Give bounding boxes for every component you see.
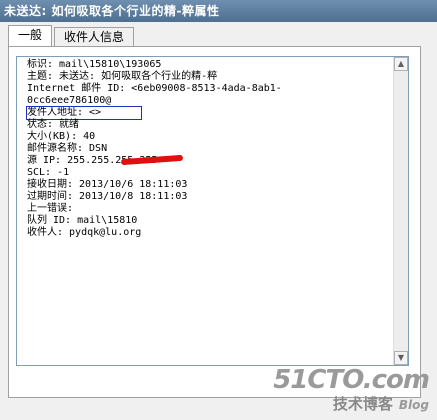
message-details-textbox[interactable]: 标识: mail\15810\193065 主题: 未送达: 如何吸取各个行业的… — [16, 56, 409, 366]
tab-recipient-info[interactable]: 收件人信息 — [54, 27, 134, 46]
detail-line-size: 大小(KB): 40 — [27, 131, 96, 142]
detail-line-queue-id: 队列 ID: mail\15810 — [27, 215, 138, 226]
detail-line-message-id: Internet 邮件 ID: <6eb09008-8513-4ada-8ab1… — [27, 83, 282, 94]
details-content: 标识: mail\15810\193065 主题: 未送达: 如何吸取各个行业的… — [26, 59, 387, 239]
detail-line-sender-address: 发件人地址: <> — [26, 106, 142, 120]
detail-line-source-ip: 源 IP: 255.255.255.255 — [27, 155, 158, 166]
watermark-slogan-row: 技术博客 Blog — [273, 393, 429, 414]
detail-line-recipients: 收件人: pydqk@lu.org — [27, 227, 142, 238]
detail-line-identity: 标识: mail\15810\193065 — [27, 59, 162, 70]
watermark-blog: Blog — [398, 398, 429, 412]
detail-line-status: 状态: 就绪 — [27, 119, 80, 130]
scroll-down-icon[interactable]: ▼ — [394, 351, 408, 365]
detail-line-expires: 过期时间: 2013/10/8 18:11:03 — [27, 191, 188, 202]
vertical-scrollbar[interactable]: ▲ ▼ — [393, 57, 408, 365]
detail-line-last-error: 上一错误: — [27, 203, 74, 214]
watermark-slogan: 技术博客 — [332, 395, 393, 413]
watermark: 51CTO.com 技术博客 Blog — [273, 365, 430, 414]
detail-line-subject: 主题: 未送达: 如何吸取各个行业的精-粹 — [27, 71, 218, 82]
title-bar: 未送达: 如何吸取各个行业的精-粹属性 — [0, 0, 437, 22]
watermark-site: 51CTO.com — [273, 365, 430, 395]
detail-line-scl: SCL: -1 — [27, 167, 70, 178]
properties-dialog: 一般 收件人信息 标识: mail\15810\193065 主题: 未送达: … — [0, 22, 437, 420]
window-title: 未送达: 如何吸取各个行业的精-粹属性 — [4, 4, 220, 18]
tab-general[interactable]: 一般 — [8, 25, 52, 46]
detail-line-received: 接收日期: 2013/10/6 18:11:03 — [27, 179, 188, 190]
detail-line-message-id-cont: 0cc6eee786100@ — [27, 95, 112, 106]
detail-line-source: 邮件源名称: DSN — [27, 143, 108, 154]
scroll-up-icon[interactable]: ▲ — [394, 57, 408, 71]
